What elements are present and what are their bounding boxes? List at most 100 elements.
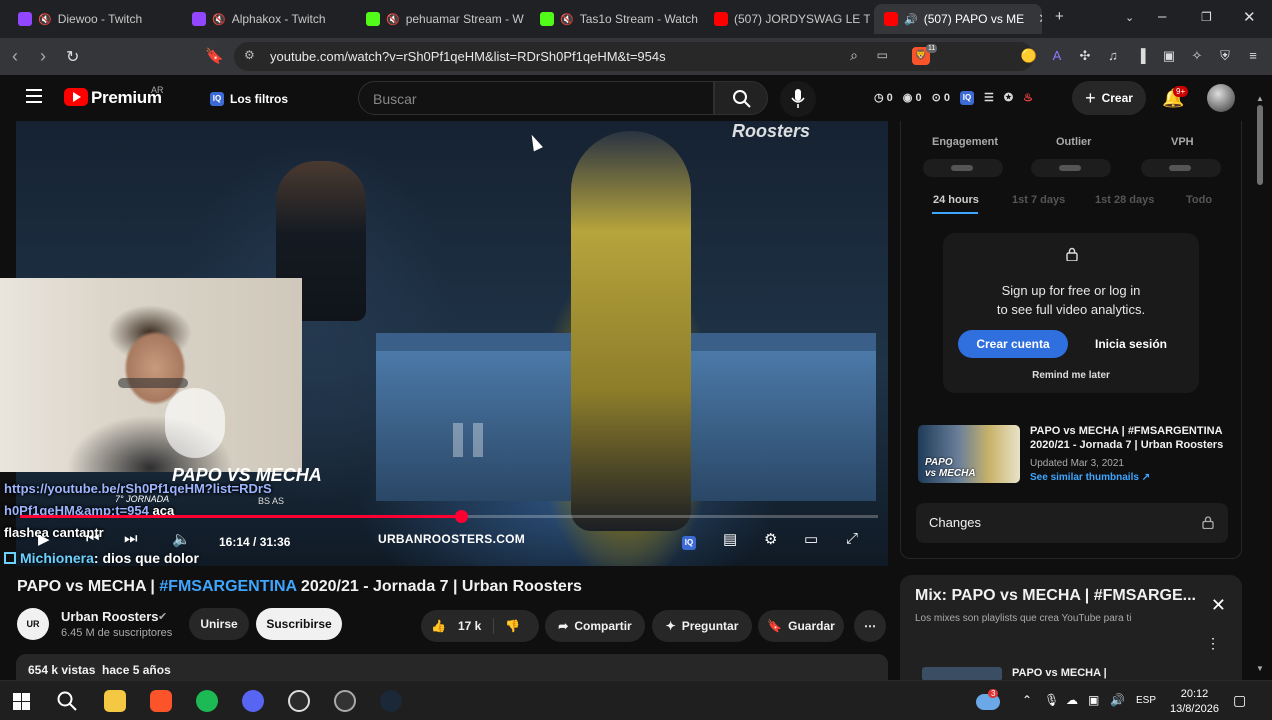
browser-tab-4[interactable]: 🔇 Tas1o Stream - Watch: [530, 6, 700, 32]
search-button[interactable]: [714, 81, 768, 115]
guide-menu-icon[interactable]: [26, 89, 42, 103]
scroll-thumb[interactable]: [1257, 105, 1263, 185]
browser-tab-5[interactable]: (507) JORDYSWAG LE TIR: [704, 6, 870, 32]
changes-section[interactable]: Changes: [916, 503, 1228, 543]
mix-item-title[interactable]: PAPO vs MECHA |: [1012, 667, 1107, 679]
taskbar-search-icon[interactable]: [57, 691, 77, 711]
more-actions-button[interactable]: ⋯: [854, 610, 886, 642]
related-title[interactable]: PAPO vs MECHA | #FMSARGENTINA 2020/21 - …: [1030, 424, 1230, 452]
extension-cookie-icon[interactable]: 🟡: [1020, 47, 1038, 65]
login-button[interactable]: Inicia sesión: [1076, 330, 1186, 358]
similar-thumbnails-link[interactable]: See similar thumbnails ↗: [1030, 472, 1150, 483]
hashtag-link[interactable]: #FMSARGENTINA: [159, 578, 296, 595]
input-language[interactable]: ESP: [1136, 695, 1156, 706]
previous-icon[interactable]: ⏮: [86, 530, 100, 547]
scroll-up-icon[interactable]: ▲: [1256, 94, 1264, 103]
restore-icon[interactable]: ❐: [1201, 10, 1212, 24]
remind-later-link[interactable]: Remind me later: [955, 370, 1187, 381]
wallet-icon[interactable]: ▣: [1160, 47, 1178, 65]
range-7d[interactable]: 1st 7 days: [1012, 194, 1065, 206]
search-input[interactable]: Buscar: [358, 81, 714, 115]
chat-link[interactable]: https://youtube.be/rSh0Pf1qeHM?list=RDrS…: [4, 481, 272, 518]
forward-icon[interactable]: ›: [40, 46, 46, 67]
related-thumbnail[interactable]: PAPO vs MECHA: [918, 425, 1020, 483]
muted-icon[interactable]: 🔇: [386, 13, 400, 26]
subscribe-button[interactable]: Suscribirse: [256, 608, 342, 640]
voice-search-button[interactable]: [780, 81, 816, 117]
close-tab-icon[interactable]: ✕: [1038, 11, 1042, 27]
browser-tab-1[interactable]: 🔇 Diewoo - Twitch: [8, 6, 178, 32]
network-icon[interactable]: ▣: [1088, 693, 1099, 707]
cast-icon[interactable]: ▭: [877, 48, 888, 62]
next-icon[interactable]: ⏭: [124, 530, 138, 547]
youtube-logo-icon[interactable]: [64, 88, 88, 106]
volume-icon[interactable]: 🔈: [172, 530, 191, 548]
steam-icon[interactable]: [380, 690, 402, 712]
bookmark-icon[interactable]: 🔖: [205, 47, 224, 65]
save-button[interactable]: 🔖 Guardar: [758, 610, 844, 642]
like-icon[interactable]: 👍: [431, 619, 446, 633]
settings-gear-icon[interactable]: ⚙: [764, 530, 777, 548]
video-progress-bar[interactable]: [20, 510, 878, 523]
app-icon[interactable]: [334, 690, 356, 712]
tray-mic-icon[interactable]: 🎙: [1044, 693, 1059, 707]
notification-center-icon[interactable]: ▢: [1233, 692, 1246, 709]
system-clock[interactable]: 20:12 13/8/2026: [1170, 687, 1219, 717]
theater-mode-icon[interactable]: ▭: [804, 530, 818, 548]
progress-scrubber[interactable]: [455, 510, 468, 523]
fullscreen-icon[interactable]: ⤢: [846, 530, 858, 547]
create-account-button[interactable]: Crear cuenta: [958, 330, 1068, 358]
sidebar-icon[interactable]: ▐: [1132, 47, 1150, 65]
list-icon[interactable]: ☰: [984, 91, 994, 105]
speaker-icon[interactable]: 🔊: [1110, 693, 1125, 707]
site-info-icon[interactable]: ⚙: [244, 48, 255, 62]
channel-name[interactable]: Urban Roosters: [61, 609, 159, 624]
zoom-icon[interactable]: ⌕: [850, 47, 858, 64]
like-count[interactable]: 17 k: [458, 619, 481, 633]
browser-tab-active[interactable]: 🔊 (507) PAPO vs ME ✕: [874, 4, 1042, 34]
play-icon[interactable]: ▶: [38, 530, 50, 548]
iq-player-icon[interactable]: IQ: [682, 532, 696, 550]
mix-title[interactable]: Mix: PAPO vs MECHA | #FMSARGE...: [915, 587, 1196, 605]
tray-chevron-icon[interactable]: ⌃: [1022, 693, 1032, 707]
windows-start-icon[interactable]: [13, 693, 30, 710]
close-window-icon[interactable]: ✕: [1243, 8, 1256, 26]
tab-search-icon[interactable]: ⌄: [1125, 11, 1134, 24]
iq-extension-icon[interactable]: IQ: [959, 91, 974, 105]
menu-icon[interactable]: ≡: [1244, 47, 1262, 65]
account-avatar[interactable]: [1207, 84, 1235, 112]
range-28d[interactable]: 1st 28 days: [1095, 194, 1154, 206]
vpn-icon[interactable]: ⛨: [1216, 47, 1234, 65]
reload-icon[interactable]: ↻: [66, 47, 79, 67]
leo-ai-icon[interactable]: ✧: [1188, 47, 1206, 65]
obs-icon[interactable]: [288, 690, 310, 712]
extensions-puzzle-icon[interactable]: ✣: [1076, 47, 1094, 65]
award-icon[interactable]: ✪: [1004, 91, 1013, 105]
create-button[interactable]: + Crear: [1072, 81, 1146, 115]
muted-icon[interactable]: 🔇: [38, 13, 52, 26]
new-tab-icon[interactable]: +: [1055, 8, 1064, 25]
file-explorer-icon[interactable]: [104, 690, 126, 712]
range-all[interactable]: Todo: [1186, 194, 1212, 206]
tray-cloud-icon[interactable]: ☁: [1066, 693, 1078, 707]
close-icon[interactable]: ✕: [1211, 595, 1226, 616]
page-scrollbar[interactable]: ▲ ▼: [1255, 94, 1265, 680]
share-button[interactable]: ➦ Compartir: [545, 610, 645, 642]
browser-tab-3[interactable]: 🔇 pehuamar Stream - W: [356, 6, 526, 32]
channel-avatar[interactable]: UR: [17, 608, 49, 640]
muted-icon[interactable]: 🔇: [212, 13, 226, 26]
browser-tab-2[interactable]: 🔇 Alphakox - Twitch: [182, 6, 352, 32]
minimize-icon[interactable]: –: [1158, 8, 1166, 25]
scroll-down-icon[interactable]: ▼: [1256, 664, 1264, 673]
mix-item-thumbnail[interactable]: [922, 667, 1002, 681]
filters-button[interactable]: IQ Los filtros: [200, 86, 298, 112]
dislike-icon[interactable]: 👎: [505, 619, 520, 633]
url-text[interactable]: youtube.com/watch?v=rSh0Pf1qeHM&list=RDr…: [270, 49, 666, 64]
discord-icon[interactable]: [242, 690, 264, 712]
extension-translate-icon[interactable]: A: [1048, 47, 1066, 65]
back-icon[interactable]: ‹: [12, 46, 18, 67]
ask-button[interactable]: ✦ Preguntar: [652, 610, 752, 642]
subtitles-icon[interactable]: ▤: [723, 530, 737, 548]
brave-browser-icon[interactable]: [150, 690, 172, 712]
spotify-icon[interactable]: [196, 690, 218, 712]
